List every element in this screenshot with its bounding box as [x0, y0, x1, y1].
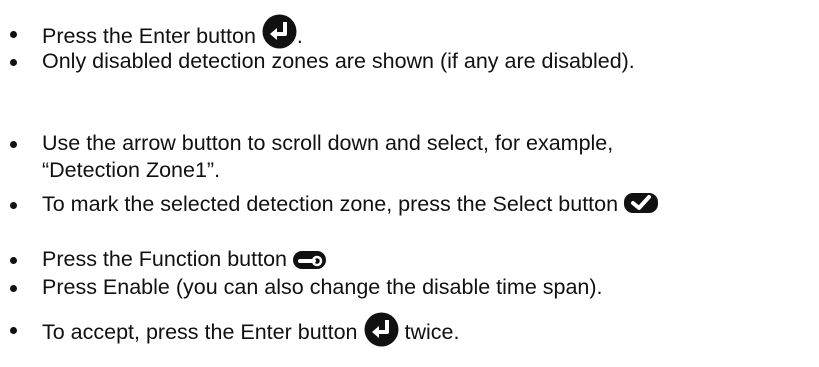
- enter-icon: [262, 14, 297, 49]
- bullet: [10, 31, 17, 38]
- enter-icon: [364, 312, 399, 347]
- step-text: To accept, press the Enter button twice.: [42, 312, 459, 351]
- step-text: Press the Function button: [42, 246, 326, 273]
- wrench-icon: [293, 249, 326, 270]
- bullet: [10, 257, 17, 264]
- step-text: Use the arrow button to scroll down and …: [42, 131, 614, 155]
- step-text: “Detection Zone1”.: [42, 158, 221, 182]
- bullet: [10, 202, 17, 209]
- bullet: [10, 59, 17, 66]
- checkmark-icon: [624, 193, 659, 214]
- step-text: To mark the selected detection zone, pre…: [42, 191, 659, 218]
- bullet: [10, 285, 17, 292]
- step-text: Press Enable (you can also change the di…: [42, 275, 603, 299]
- bullet: [10, 141, 17, 148]
- bullet: [10, 327, 17, 334]
- step-text: Only disabled detection zones are shown …: [42, 49, 635, 73]
